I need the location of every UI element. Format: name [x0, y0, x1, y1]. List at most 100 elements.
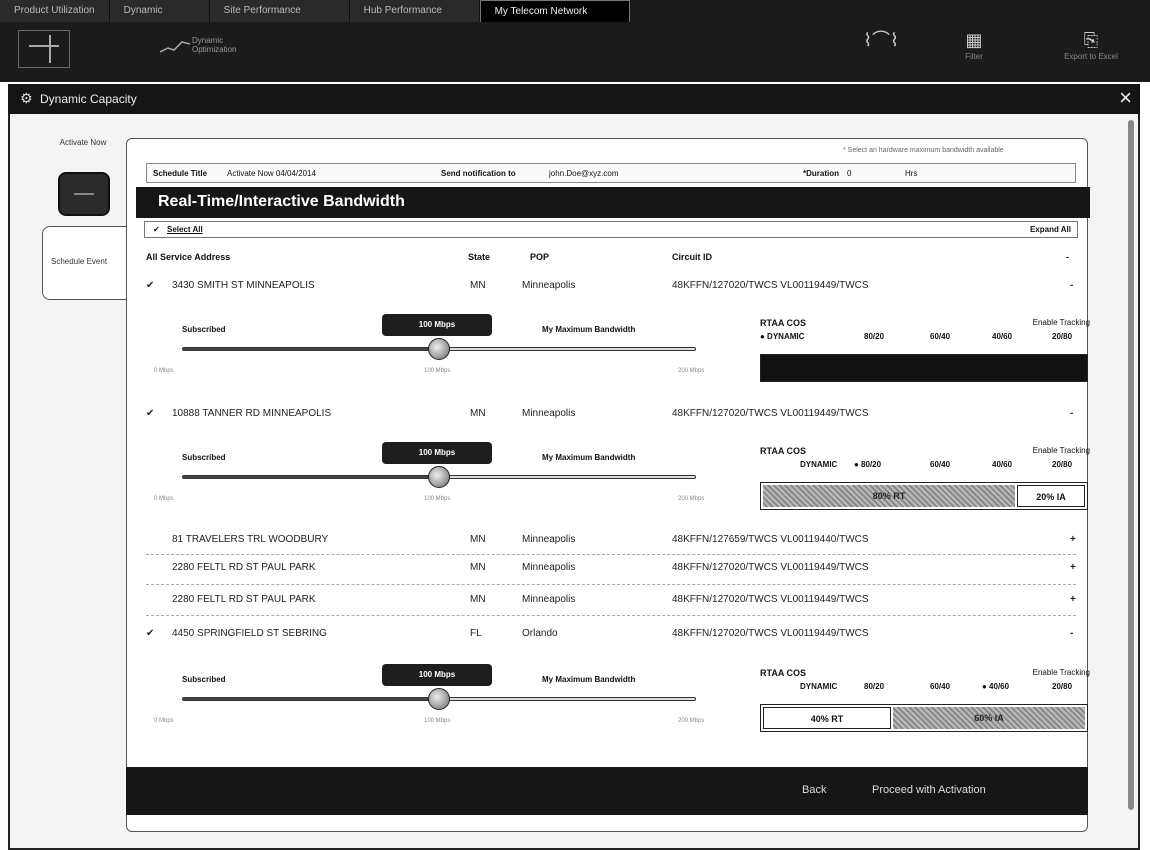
schedule-title-input[interactable]: Activate Now 04/04/2014 — [227, 169, 316, 178]
table-row[interactable]: ✔ 10888 TANNER RD MINNEAPOLIS MN Minneap… — [144, 406, 1080, 424]
tick-mid: 100 Mbps — [424, 718, 451, 724]
dynamic-option-label: Dynamic — [192, 36, 224, 45]
export-tool-label: Export to Excel — [1064, 52, 1118, 61]
tab-hub-performance[interactable]: Hub Performance — [349, 0, 480, 22]
activate-now-step-icon[interactable] — [58, 172, 110, 216]
filter-tool-label: Filter — [965, 52, 983, 61]
cos-option-40-60[interactable]: ● 40/60 — [982, 682, 1009, 691]
row-toggle[interactable]: + — [1070, 534, 1076, 545]
slider-fill — [183, 348, 439, 350]
table-row[interactable]: 81 TRAVELERS TRL WOODBURY MN Minneapolis… — [144, 532, 1080, 550]
table-row[interactable]: 2280 FELTL RD ST PAUL PARK MN Minneapoli… — [144, 560, 1080, 578]
cos-section: RTAA COS Enable Tracking ● DYNAMIC 80/20… — [760, 316, 1090, 396]
export-tool[interactable]: ⎘ Export to Excel — [1036, 28, 1146, 61]
row-address: 3430 SMITH ST MINNEAPOLIS — [172, 280, 315, 291]
export-icon: ⎘ — [1083, 30, 1099, 50]
table-row[interactable]: 2280 FELTL RD ST PAUL PARK MN Minneapoli… — [144, 592, 1080, 610]
select-all-link[interactable]: Select All — [167, 225, 203, 234]
max-bandwidth-label: My Maximum Bandwidth — [542, 453, 636, 462]
enable-tracking[interactable]: Enable Tracking — [1033, 318, 1090, 327]
line-chart-icon: ⌇⌒⌇ — [863, 30, 899, 50]
filter-tool[interactable]: ▦ Filter — [944, 28, 1004, 61]
row-pop: Minneapolis — [522, 594, 576, 605]
cos-option-20-80[interactable]: 20/80 — [1052, 460, 1072, 469]
home-tool-icon[interactable] — [18, 30, 70, 68]
checkmark-icon[interactable]: ✔ — [153, 225, 160, 234]
row-checkmark-icon[interactable]: ✔ — [146, 408, 154, 419]
bandwidth-value-badge: 100 Mbps — [382, 442, 492, 464]
row-toggle[interactable]: - — [1070, 408, 1073, 419]
row-toggle[interactable]: + — [1070, 562, 1076, 573]
cos-section: RTAA COS Enable Tracking DYNAMIC ● 80/20… — [760, 444, 1090, 524]
footer-bar: Back Proceed with Activation — [126, 767, 1088, 815]
bandwidth-header: Real-Time/Interactive Bandwidth — [136, 187, 1090, 218]
col-header-circuit: Circuit ID — [672, 252, 713, 262]
row-pop: Minneapolis — [522, 408, 576, 419]
cos-option-80-20[interactable]: 80/20 — [864, 682, 884, 691]
close-icon[interactable]: × — [1119, 86, 1132, 110]
bandwidth-title: Real-Time/Interactive Bandwidth — [158, 193, 405, 210]
tab-product-utilization[interactable]: Product Utilization — [0, 0, 110, 22]
enable-tracking[interactable]: Enable Tracking — [1033, 446, 1090, 455]
cos-option-60-40[interactable]: 60/40 — [930, 460, 950, 469]
row-checkmark-icon[interactable]: ✔ — [146, 628, 154, 639]
cos-title: RTAA COS — [760, 318, 806, 328]
table-row[interactable]: ✔ 3430 SMITH ST MINNEAPOLIS MN Minneapol… — [144, 278, 1080, 296]
ia-share-segment: 20% IA — [1017, 485, 1085, 507]
ia-share-segment: 60% IA — [893, 707, 1085, 729]
rt-share-segment: 40% RT — [763, 707, 891, 729]
slider-thumb[interactable] — [428, 466, 450, 488]
modal-titlebar: ⚙ Dynamic Capacity × — [8, 84, 1140, 114]
table-row[interactable]: ✔ 4450 SPRINGFIELD ST SEBRING FL Orlando… — [144, 626, 1080, 644]
row-circuit-id: 48KFFN/127020/TWCS VL00119449/TWCS — [672, 408, 869, 419]
enable-tracking[interactable]: Enable Tracking — [1033, 668, 1090, 677]
chart-tool[interactable]: ⌇⌒⌇ — [826, 28, 936, 52]
cos-option-dynamic[interactable]: ● DYNAMIC — [760, 332, 804, 341]
row-pop: Minneapolis — [522, 534, 576, 545]
notify-input[interactable]: john.Doe@xyz.com — [549, 169, 618, 178]
row-circuit-id: 48KFFN/127020/TWCS VL00119449/TWCS — [672, 594, 869, 605]
trend-line-icon — [160, 41, 190, 53]
step-schedule-event[interactable]: Schedule Event — [42, 226, 132, 300]
cos-section: RTAA COS Enable Tracking DYNAMIC 80/20 6… — [760, 666, 1090, 746]
row-state: MN — [470, 562, 486, 573]
notify-label: Send notification to — [441, 169, 516, 178]
bandwidth-slider-section: Subscribed 100 Mbps My Maximum Bandwidth… — [146, 662, 736, 742]
row-pop: Minneapolis — [522, 280, 576, 291]
scrollbar[interactable] — [1128, 120, 1134, 810]
cos-option-60-40[interactable]: 60/40 — [930, 332, 950, 341]
slider-thumb[interactable] — [428, 338, 450, 360]
row-checkmark-icon[interactable]: ✔ — [146, 280, 154, 291]
duration-input[interactable]: 0 — [847, 169, 851, 178]
cos-option-40-60[interactable]: 40/60 — [992, 332, 1012, 341]
tick-mid: 100 Mbps — [424, 368, 451, 374]
cos-option-dynamic[interactable]: DYNAMIC — [800, 460, 837, 469]
row-pop: Orlando — [522, 628, 558, 639]
back-button[interactable]: Back — [802, 784, 826, 796]
tab-dynamic[interactable]: Dynamic — [109, 0, 210, 22]
cos-option-20-80[interactable]: 20/80 — [1052, 682, 1072, 691]
tab-my-telecom-network[interactable]: My Telecom Network — [479, 0, 630, 22]
max-bandwidth-label: My Maximum Bandwidth — [542, 675, 636, 684]
tab-site-performance[interactable]: Site Performance — [209, 0, 350, 22]
row-toggle[interactable]: - — [1070, 628, 1073, 639]
expand-all-link[interactable]: Expand All — [1030, 225, 1071, 234]
cos-option-40-60[interactable]: 40/60 — [992, 460, 1012, 469]
cos-option-80-20[interactable]: 80/20 — [864, 332, 884, 341]
row-toggle[interactable]: + — [1070, 594, 1076, 605]
bandwidth-slider-section: Subscribed 100 Mbps My Maximum Bandwidth… — [146, 312, 736, 392]
duration-label: *Duration — [803, 169, 839, 178]
tick-mid: 100 Mbps — [424, 496, 451, 502]
cos-option-dynamic[interactable]: DYNAMIC — [800, 682, 837, 691]
row-state: MN — [470, 534, 486, 545]
cos-option-60-40[interactable]: 60/40 — [930, 682, 950, 691]
select-row: ✔ Select All Expand All — [144, 221, 1078, 238]
proceed-with-activation-button[interactable]: Proceed with Activation — [872, 784, 986, 796]
slider-thumb[interactable] — [428, 688, 450, 710]
cos-option-80-20[interactable]: ● 80/20 — [854, 460, 881, 469]
row-state: MN — [470, 594, 486, 605]
cos-title: RTAA COS — [760, 446, 806, 456]
cos-option-20-80[interactable]: 20/80 — [1052, 332, 1072, 341]
row-toggle[interactable]: - — [1070, 280, 1073, 291]
col-header-collapse[interactable]: - — [1066, 252, 1069, 262]
